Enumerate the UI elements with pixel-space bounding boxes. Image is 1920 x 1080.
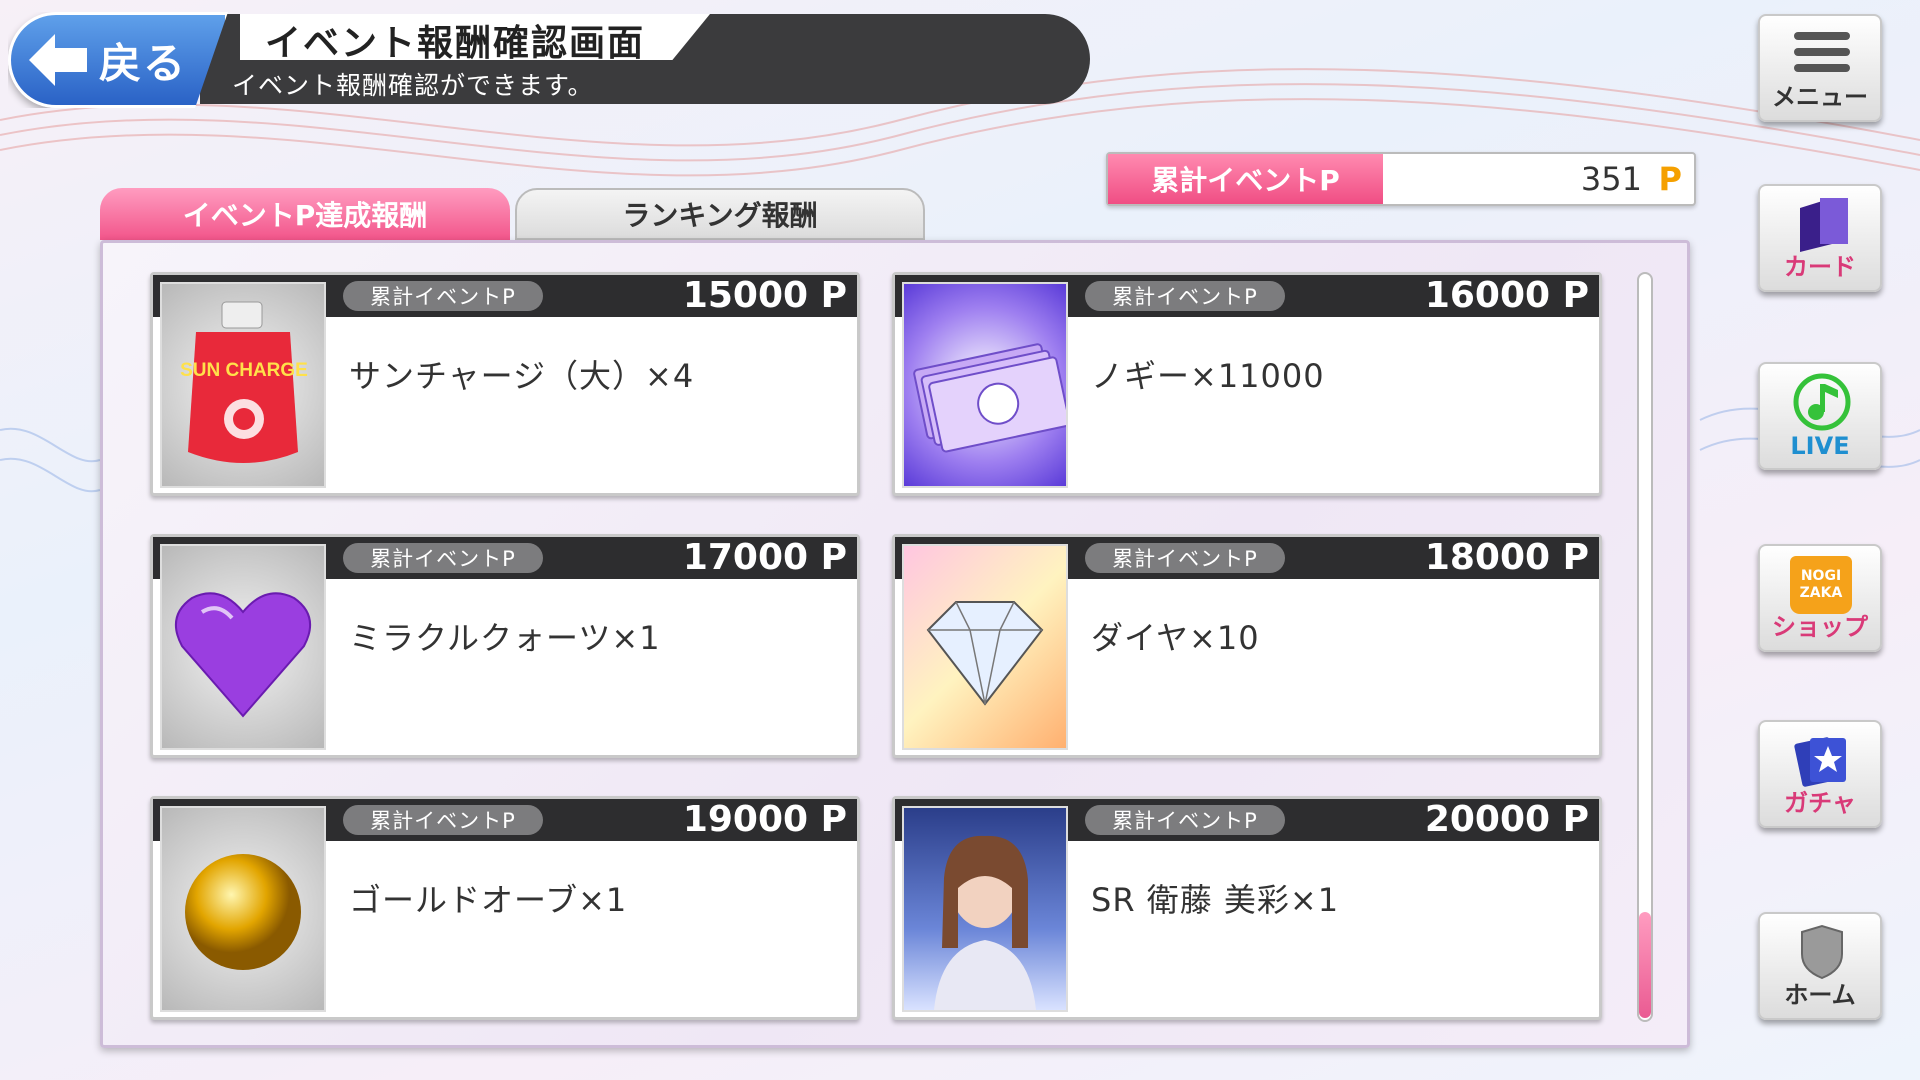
gacha-button[interactable]: ガチャ: [1758, 720, 1882, 828]
live-music-note-icon: [1793, 373, 1851, 431]
card-badge: 累計イベントP: [343, 543, 543, 573]
page-title: イベント報酬確認画面: [265, 23, 646, 64]
card-icon: [1800, 198, 1848, 252]
tab-event-p-rewards[interactable]: イベントP達成報酬: [100, 188, 510, 240]
menu-label: メニュー: [1772, 83, 1868, 111]
shop-label: ショップ: [1772, 613, 1868, 641]
gacha-label: ガチャ: [1784, 789, 1856, 817]
shop-button[interactable]: NOGI ZAKA ショップ: [1758, 544, 1882, 652]
card-points: 16000 P: [1424, 275, 1589, 316]
card-reward-name: ゴールドオーブ×1: [349, 881, 628, 919]
total-points-label: 累計イベントP: [1108, 154, 1383, 204]
thumb-text: SUN CHARGE: [180, 360, 308, 381]
card-reward-name: SR 衛藤 美彩×1: [1091, 881, 1340, 919]
card-points: 20000 P: [1424, 799, 1589, 840]
hamburger-menu-icon: [1794, 32, 1850, 72]
card-badge: 累計イベントP: [1085, 805, 1285, 835]
card-points: 17000 P: [682, 537, 847, 578]
gacha-star-card-icon: [1794, 737, 1846, 787]
reward-card: 累計イベントP 18000 P ダイヤ×10: [892, 534, 1602, 758]
home-crest-icon: [1801, 924, 1843, 980]
card-reward-name: ダイヤ×10: [1091, 619, 1260, 657]
card-badge: 累計イベントP: [1085, 281, 1285, 311]
home-button[interactable]: ホーム: [1758, 912, 1882, 1020]
back-label: 戻る: [99, 38, 188, 88]
total-points-unit: P: [1658, 160, 1682, 198]
reward-card: 累計イベントP 17000 P ミラクルクォーツ×1: [150, 534, 860, 758]
reward-card: 累計イベントP 19000 P ゴールドオーブ×1: [150, 796, 860, 1020]
member-card-icon: [902, 806, 1068, 1012]
home-label: ホーム: [1784, 981, 1856, 1009]
shopping-bag-icon: NOGI ZAKA: [1790, 556, 1852, 614]
total-event-points: 累計イベントP 351 P: [1106, 152, 1696, 206]
card-points: 15000 P: [682, 275, 847, 316]
scrollbar-thumb[interactable]: [1639, 912, 1651, 1018]
purple-heart-crystal-icon: [160, 544, 326, 750]
reward-card: 累計イベントP 16000 P ノギー×11000: [892, 272, 1602, 496]
card-label: カード: [1784, 253, 1856, 281]
menu-button[interactable]: メニュー: [1758, 14, 1882, 122]
sun-charge-pouch-icon: SUN CHARGE: [160, 282, 326, 488]
diamond-icon: [902, 544, 1068, 750]
card-reward-name: ノギー×11000: [1091, 357, 1325, 395]
card-reward-name: サンチャージ（大）×4: [349, 357, 695, 395]
back-button[interactable]: 戻る: [8, 12, 228, 108]
page-subtitle: イベント報酬確認ができます。: [232, 71, 594, 100]
card-points: 19000 P: [682, 799, 847, 840]
live-button[interactable]: LIVE: [1758, 362, 1882, 470]
card-badge: 累計イベントP: [343, 805, 543, 835]
tab-ranking-rewards[interactable]: ランキング報酬: [515, 188, 925, 240]
card-reward-name: ミラクルクォーツ×1: [349, 619, 661, 657]
card-badge: 累計イベントP: [1085, 543, 1285, 573]
gold-orb-icon: [160, 806, 326, 1012]
shop-logo-text: NOGI ZAKA: [1799, 568, 1843, 601]
arrow-left-icon: [29, 34, 87, 86]
scrollbar-track[interactable]: [1637, 272, 1653, 1022]
nogi-money-icon: [902, 282, 1068, 488]
card-points: 18000 P: [1424, 537, 1589, 578]
live-label: LIVE: [1790, 432, 1850, 460]
reward-card: 累計イベントP 15000 P SUN CHARGE サンチャージ（大）×4: [150, 272, 860, 496]
total-points-value: 351: [1580, 160, 1642, 198]
reward-card: 累計イベントP 20000 P SR 衛藤 美彩×1: [892, 796, 1602, 1020]
card-badge: 累計イベントP: [343, 281, 543, 311]
card-button[interactable]: カード: [1758, 184, 1882, 292]
